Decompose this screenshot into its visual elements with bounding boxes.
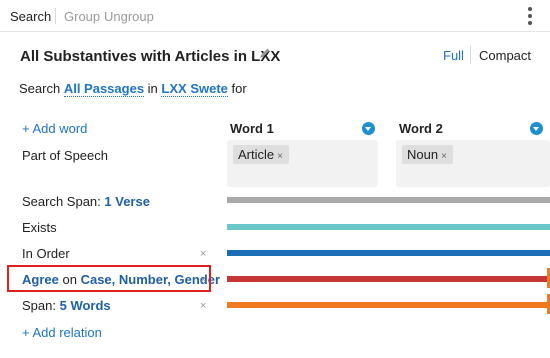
noun-chip-label: Noun <box>407 147 439 162</box>
search-tab[interactable]: Search <box>10 9 51 24</box>
word-1-heading: Word 1 <box>230 121 274 136</box>
view-compact-button[interactable]: Compact <box>479 48 531 63</box>
ungroup-button[interactable]: Ungroup <box>104 9 154 24</box>
in-order-label: In Order <box>22 246 70 261</box>
search-span-bar <box>227 197 550 203</box>
word-1-menu-icon[interactable] <box>362 122 375 135</box>
article-chip-label: Article <box>238 147 275 162</box>
article-chip: Article × <box>233 145 289 164</box>
noun-chip: Noun × <box>402 145 453 164</box>
agree-bar <box>227 276 547 282</box>
more-options-icon[interactable] <box>524 7 536 25</box>
view-divider <box>470 46 471 64</box>
search-span-row: Search Span: 1 Verse <box>22 194 150 209</box>
passages-selector[interactable]: All Passages <box>63 81 145 97</box>
part-of-speech-label: Part of Speech <box>22 148 108 163</box>
article-chip-remove-icon[interactable]: × <box>277 151 283 162</box>
word-2-heading: Word 2 <box>399 121 443 136</box>
scope-suffix: for <box>231 81 247 96</box>
toolbar: Search Group Ungroup <box>0 0 550 32</box>
span-row: Span: 5 Words <box>22 298 111 313</box>
exists-bar <box>227 224 550 230</box>
span-bar <box>227 302 547 308</box>
word-2-pos-box[interactable]: Noun × <box>396 140 550 187</box>
exists-label: Exists <box>22 220 57 235</box>
in-order-remove-icon[interactable]: × <box>200 248 206 260</box>
span-value[interactable]: 5 Words <box>60 298 111 313</box>
word-2-menu-icon[interactable] <box>530 122 543 135</box>
scope-in: in <box>147 81 158 96</box>
search-title: All Substantives with Articles in LXX <box>20 48 281 65</box>
span-remove-icon[interactable]: × <box>200 300 206 312</box>
word-1-pos-box[interactable]: Article × <box>227 140 378 187</box>
toolbar-divider <box>55 8 56 24</box>
edit-pencil-icon[interactable] <box>258 46 272 60</box>
search-span-value[interactable]: 1 Verse <box>104 194 150 209</box>
group-button[interactable]: Group <box>64 9 100 24</box>
agree-row-highlight <box>7 265 211 292</box>
search-scope: Search All Passages in LXX Swete for <box>19 81 247 97</box>
search-span-label: Search Span: <box>22 194 101 209</box>
add-relation-link[interactable]: + Add relation <box>22 325 102 340</box>
in-order-bar <box>227 250 550 256</box>
add-word-link[interactable]: + Add word <box>22 121 87 136</box>
noun-chip-remove-icon[interactable]: × <box>441 151 447 162</box>
view-full-button[interactable]: Full <box>443 48 464 63</box>
version-selector[interactable]: LXX Swete <box>161 81 228 97</box>
span-label: Span: <box>22 298 56 313</box>
scope-prefix: Search <box>19 81 61 96</box>
